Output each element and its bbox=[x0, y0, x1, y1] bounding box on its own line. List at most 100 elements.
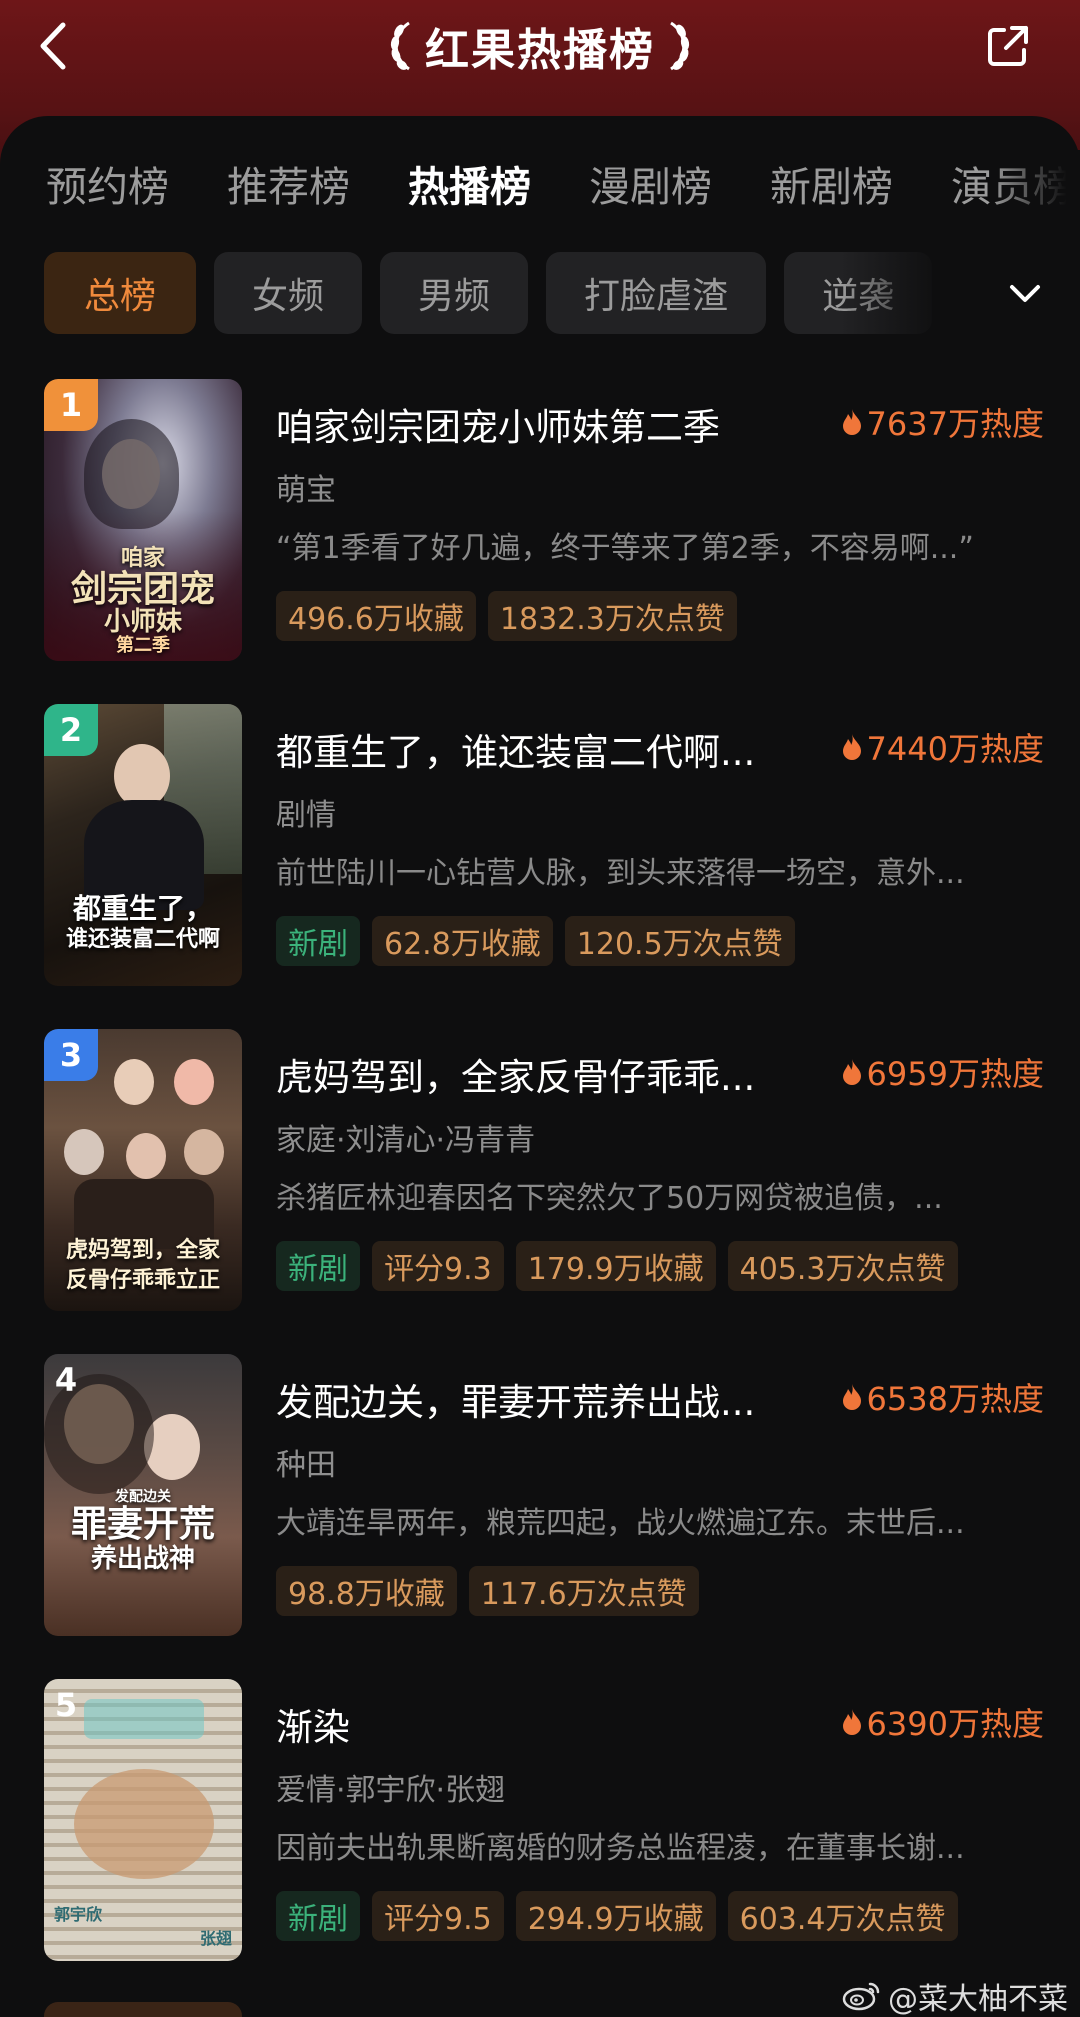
favorites-badge: 496.6万收藏 bbox=[276, 591, 476, 641]
chip-revenge[interactable]: 打脸虐渣 bbox=[546, 252, 767, 334]
poster-title-line: 第二季 bbox=[116, 635, 170, 656]
tab-comic-drama[interactable]: 漫剧榜 bbox=[589, 157, 712, 217]
poster-credit: 张翅 bbox=[199, 1929, 232, 1948]
heat-score: 6538万热度 bbox=[841, 1374, 1044, 1420]
tab-new-drama[interactable]: 新剧榜 bbox=[770, 157, 893, 217]
flame-icon bbox=[842, 1059, 861, 1085]
drama-description: 前世陆川一心钻营人脉，到头来落得一场空，意外... bbox=[276, 856, 965, 891]
poster-title-line: 反骨仔乖乖立正 bbox=[65, 1267, 220, 1293]
laurel-left-icon bbox=[390, 21, 410, 71]
share-button[interactable] bbox=[978, 16, 1038, 76]
list-item[interactable]: 都重生了， 谁还装富二代啊 2 都重生了，谁还装富二代啊... 7440万热度 … bbox=[44, 704, 1044, 986]
chip-all[interactable]: 总榜 bbox=[44, 252, 197, 334]
flame-icon bbox=[842, 734, 861, 760]
list-item[interactable]: 郭宇欣 张翅 5 渐染 6390万热度 爱情·郭宇欣·张翅 因前夫出轨果断离婚的… bbox=[44, 1679, 1044, 1961]
likes-badge: 603.4万次点赞 bbox=[727, 1891, 958, 1941]
list-item[interactable]: 发配边关 罪妻开荒 养出战神 4 发配边关，罪妻开荒养出战... 6538万热度… bbox=[44, 1354, 1044, 1636]
page-title-group: 红果热播榜 bbox=[0, 14, 1080, 78]
favorites-badge: 62.8万收藏 bbox=[372, 916, 553, 966]
chip-female[interactable]: 女频 bbox=[214, 252, 363, 334]
poster-title-line: 小师妹 bbox=[103, 607, 182, 637]
poster-image[interactable]: 都重生了， 谁还装富二代啊 2 bbox=[44, 704, 242, 986]
ranking-tabs: 预约榜 推荐榜 热播榜 漫剧榜 新剧榜 演员榜 bbox=[46, 157, 1074, 217]
drama-title[interactable]: 渐染 bbox=[276, 1697, 350, 1751]
next-item-poster-peek bbox=[44, 2002, 242, 2017]
category-chips: 总榜 女频 男频 打脸虐渣 逆袭 bbox=[44, 252, 933, 334]
flame-icon bbox=[842, 1709, 861, 1735]
drama-description: 因前夫出轨果断离婚的财务总监程凌，在董事长谢... bbox=[276, 1831, 965, 1866]
drama-tags: 剧情 bbox=[276, 798, 336, 833]
drama-title[interactable]: 都重生了，谁还装富二代啊... bbox=[276, 722, 755, 776]
likes-badge: 120.5万次点赞 bbox=[564, 916, 795, 966]
poster-image[interactable]: 发配边关 罪妻开荒 养出战神 4 bbox=[44, 1354, 242, 1636]
heat-value: 7440万热度 bbox=[866, 730, 1044, 768]
heat-score: 6959万热度 bbox=[841, 1049, 1044, 1095]
drama-tags: 爱情·郭宇欣·张翅 bbox=[276, 1773, 506, 1808]
stat-badges: 新剧 评分9.3 179.9万收藏 405.3万次点赞 bbox=[276, 1241, 958, 1291]
poster-image[interactable]: 郭宇欣 张翅 5 bbox=[44, 1679, 242, 1961]
stat-badges: 496.6万收藏 1832.3万次点赞 bbox=[276, 591, 737, 641]
drama-tags: 萌宝 bbox=[276, 473, 336, 508]
flame-icon bbox=[842, 409, 861, 435]
poster-title-line: 咱家 bbox=[120, 545, 165, 571]
heat-value: 7637万热度 bbox=[866, 405, 1044, 443]
poster-title-line: 剑宗团宠 bbox=[70, 568, 215, 610]
page-title: 红果热播榜 bbox=[425, 25, 655, 76]
watermark: @菜大柚不菜 bbox=[842, 1974, 1068, 2017]
drama-description: “第1季看了好几遍，终于等来了第2季，不容易啊...” bbox=[276, 531, 974, 566]
drama-tags: 种田 bbox=[276, 1448, 336, 1483]
new-drama-badge: 新剧 bbox=[276, 916, 360, 966]
heat-score: 6390万热度 bbox=[841, 1699, 1044, 1745]
new-drama-badge: 新剧 bbox=[276, 1241, 360, 1291]
tab-reservation[interactable]: 预约榜 bbox=[46, 157, 169, 217]
heat-value: 6959万热度 bbox=[866, 1055, 1044, 1093]
heat-score: 7440万热度 bbox=[841, 724, 1044, 770]
likes-badge: 1832.3万次点赞 bbox=[487, 591, 737, 641]
poster-title-line: 罪妻开荒 bbox=[70, 1503, 215, 1545]
flame-icon bbox=[842, 1384, 861, 1410]
rank-badge: 3 bbox=[44, 1029, 98, 1081]
rank-badge: 2 bbox=[44, 704, 98, 756]
drama-title[interactable]: 发配边关，罪妻开荒养出战... bbox=[276, 1372, 755, 1426]
new-drama-badge: 新剧 bbox=[276, 1891, 360, 1941]
tabs-fade-overlay bbox=[990, 150, 1080, 230]
heat-value: 6538万热度 bbox=[866, 1380, 1044, 1418]
chips-fade-overlay bbox=[840, 248, 980, 338]
rank-badge: 1 bbox=[44, 379, 98, 431]
chevron-down-icon[interactable] bbox=[1004, 272, 1046, 314]
heat-score: 7637万热度 bbox=[841, 399, 1044, 445]
laurel-right-icon bbox=[670, 21, 690, 71]
stat-badges: 新剧 62.8万收藏 120.5万次点赞 bbox=[276, 916, 795, 966]
poster-title-line: 谁还装富二代啊 bbox=[65, 926, 220, 952]
rating-badge: 评分9.5 bbox=[372, 1891, 504, 1941]
favorites-badge: 179.9万收藏 bbox=[515, 1241, 716, 1291]
poster-title-line: 都重生了， bbox=[72, 892, 213, 925]
stat-badges: 新剧 评分9.5 294.9万收藏 603.4万次点赞 bbox=[276, 1891, 958, 1941]
share-icon bbox=[988, 26, 1028, 66]
watermark-text: @菜大柚不菜 bbox=[888, 1982, 1068, 2017]
weibo-icon bbox=[842, 1982, 880, 2011]
stat-badges: 98.8万收藏 117.6万次点赞 bbox=[276, 1566, 699, 1616]
poster-credit: 郭宇欣 bbox=[54, 1905, 103, 1924]
favorites-badge: 98.8万收藏 bbox=[276, 1566, 457, 1616]
rating-badge: 评分9.3 bbox=[372, 1241, 504, 1291]
poster-image[interactable]: 虎妈驾到，全家 反骨仔乖乖立正 3 bbox=[44, 1029, 242, 1311]
tab-hot[interactable]: 热播榜 bbox=[408, 157, 531, 217]
chip-male[interactable]: 男频 bbox=[380, 252, 529, 334]
tab-recommend[interactable]: 推荐榜 bbox=[227, 157, 350, 217]
poster-image[interactable]: 咱家 剑宗团宠 小师妹 第二季 1 bbox=[44, 379, 242, 661]
list-item[interactable]: 虎妈驾到，全家 反骨仔乖乖立正 3 虎妈驾到，全家反骨仔乖乖... 6959万热… bbox=[44, 1029, 1044, 1311]
drama-title[interactable]: 虎妈驾到，全家反骨仔乖乖... bbox=[276, 1047, 755, 1101]
poster-title-line: 养出战神 bbox=[90, 1544, 195, 1574]
drama-description: 杀猪匠林迎春因名下突然欠了50万网贷被追债，... bbox=[276, 1181, 943, 1216]
drama-title[interactable]: 咱家剑宗团宠小师妹第二季 bbox=[276, 397, 720, 451]
likes-badge: 405.3万次点赞 bbox=[727, 1241, 958, 1291]
heat-value: 6390万热度 bbox=[866, 1705, 1044, 1743]
likes-badge: 117.6万次点赞 bbox=[468, 1566, 699, 1616]
rank-badge: 5 bbox=[54, 1686, 78, 1724]
favorites-badge: 294.9万收藏 bbox=[515, 1891, 716, 1941]
drama-tags: 家庭·刘清心·冯青青 bbox=[276, 1123, 536, 1158]
list-item[interactable]: 咱家 剑宗团宠 小师妹 第二季 1 咱家剑宗团宠小师妹第二季 7637万热度 萌… bbox=[44, 379, 1044, 661]
poster-title-line: 虎妈驾到，全家 bbox=[65, 1237, 220, 1263]
drama-description: 大靖连旱两年，粮荒四起，战火燃遍辽东。末世后... bbox=[276, 1506, 965, 1541]
